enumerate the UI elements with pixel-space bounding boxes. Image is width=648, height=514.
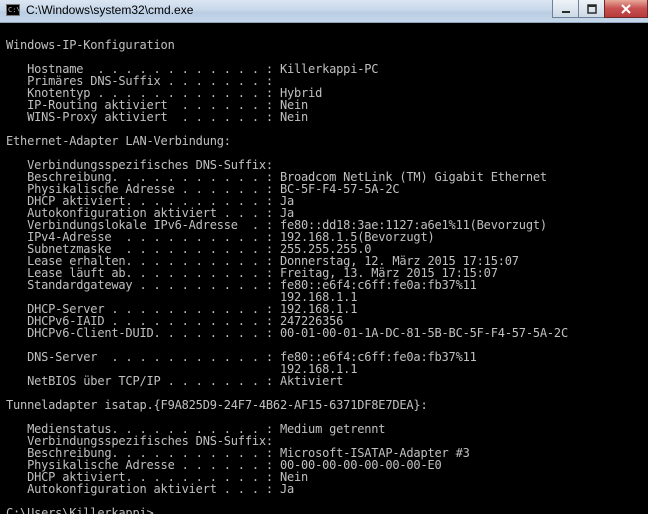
console-output[interactable]: Windows-IP-Konfiguration Hostname . . . … (0, 23, 648, 514)
close-icon (621, 3, 631, 14)
console-line: Ethernet-Adapter LAN-Verbindung: (6, 134, 231, 148)
cmd-app-icon[interactable]: C:\ (6, 4, 20, 16)
title-bar[interactable]: C:\ C:\Windows\system32\cmd.exe (0, 0, 648, 23)
caption-buttons (552, 0, 648, 20)
minimize-button[interactable] (552, 0, 579, 18)
console-line: NetBIOS über TCP/IP . . . . . . . : Akti… (6, 374, 344, 388)
console-line: C:\Users\Killerkappi> (6, 506, 154, 514)
cmd-window: C:\ C:\Windows\system32\cmd.exe Windows- (0, 0, 648, 514)
console-line: WINS-Proxy aktiviert . . . . . . : Nein (6, 110, 309, 124)
console-line: DHCPv6-Client-DUID. . . . . . . . : 00-0… (6, 326, 568, 340)
console-line: Tunneladapter isatap.{F9A825D9-24F7-4B62… (6, 398, 428, 412)
maximize-button[interactable] (578, 0, 605, 18)
minimize-icon (561, 10, 570, 13)
close-button[interactable] (604, 0, 648, 18)
console-line: Windows-IP-Konfiguration (6, 38, 175, 52)
window-title: C:\Windows\system32\cmd.exe (26, 3, 194, 17)
maximize-icon (586, 3, 597, 14)
console-line: Autokonfiguration aktiviert . . . : Ja (6, 482, 295, 496)
